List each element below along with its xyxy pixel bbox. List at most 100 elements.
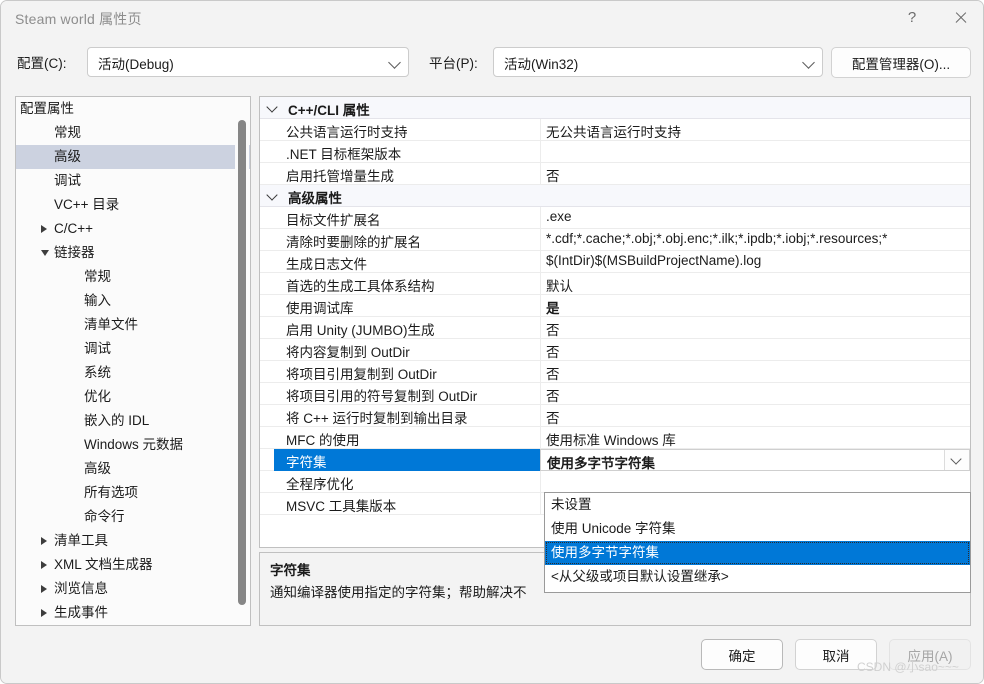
property-pages-dialog: Steam world 属性页 ? 配置(C): 活动(Debug) 平台(P)…: [0, 0, 984, 684]
grid-property-value: 无公共语言运行时支持: [546, 125, 681, 140]
cancel-button[interactable]: 取消: [795, 639, 877, 670]
grid-row-selected[interactable]: 字符集 使用多字节字符集: [260, 449, 970, 471]
column-divider: [540, 229, 541, 251]
character-set-combobox[interactable]: 使用多字节字符集: [540, 449, 970, 471]
window-title: Steam world 属性页: [15, 11, 142, 27]
grid-category-row[interactable]: C++/CLI 属性: [260, 97, 970, 119]
triangle-right-icon[interactable]: [38, 529, 52, 553]
tree-item-19[interactable]: XML 文档生成器: [16, 553, 250, 577]
triangle-right-icon[interactable]: [38, 577, 52, 601]
tree-item-17[interactable]: 命令行: [16, 505, 250, 529]
grid-row[interactable]: 将内容复制到 OutDir 否: [260, 339, 970, 361]
triangle-down-icon[interactable]: [16, 97, 18, 121]
column-divider: [540, 251, 541, 273]
grid-property-name: .NET 目标框架版本: [286, 147, 402, 162]
grid-category-row[interactable]: 高级属性: [260, 185, 970, 207]
column-divider: [540, 119, 541, 141]
apply-button: 应用(A): [889, 639, 971, 670]
grid-row[interactable]: 生成日志文件 $(IntDir)$(MSBuildProjectName).log: [260, 251, 970, 273]
grid-row[interactable]: MFC 的使用 使用标准 Windows 库: [260, 427, 970, 449]
tree-item-label: 常规: [54, 125, 81, 140]
column-divider: [540, 339, 541, 361]
tree-item-label: 清单工具: [54, 533, 108, 548]
tree-item-9[interactable]: 清单文件: [16, 313, 250, 337]
grid-row[interactable]: 目标文件扩展名 .exe: [260, 207, 970, 229]
tree-item-label: VC++ 目录: [54, 197, 120, 212]
grid-property-value: .exe: [546, 209, 572, 224]
character-set-value: 使用多字节字符集: [547, 456, 655, 471]
close-button[interactable]: [937, 1, 983, 33]
column-divider: [540, 361, 541, 383]
triangle-right-icon[interactable]: [38, 601, 52, 625]
question-mark-icon: ?: [907, 8, 917, 26]
tree-item-0[interactable]: 配置属性: [16, 97, 250, 121]
triangle-right-icon[interactable]: [38, 553, 52, 577]
tree-item-10[interactable]: 调试: [16, 337, 250, 361]
tree-item-label: 优化: [84, 389, 111, 404]
tree-item-15[interactable]: 高级: [16, 457, 250, 481]
character-set-dropdown-list[interactable]: 未设置 使用 Unicode 字符集 使用多字节字符集 <从父级或项目默认设置继承>: [544, 492, 971, 593]
tree-item-21[interactable]: 生成事件: [16, 601, 250, 625]
grid-row[interactable]: 首选的生成工具体系结构 默认: [260, 273, 970, 295]
column-divider: [540, 163, 541, 185]
grid-property-value: 否: [546, 389, 560, 404]
tree-item-5[interactable]: C/C++: [16, 217, 250, 241]
grid-row[interactable]: 将 C++ 运行时复制到输出目录 否: [260, 405, 970, 427]
grid-row[interactable]: 公共语言运行时支持 无公共语言运行时支持: [260, 119, 970, 141]
tree-item-4[interactable]: VC++ 目录: [16, 193, 250, 217]
grid-row[interactable]: .NET 目标框架版本: [260, 141, 970, 163]
column-divider: [540, 295, 541, 317]
tree-item-11[interactable]: 系统: [16, 361, 250, 385]
tree-item-label: XML 文档生成器: [54, 557, 153, 572]
triangle-down-icon[interactable]: [38, 241, 52, 265]
grid-property-value: 否: [546, 367, 560, 382]
tree-item-2[interactable]: 高级: [16, 145, 250, 169]
chevron-down-icon[interactable]: [268, 103, 277, 112]
tree-item-1[interactable]: 常规: [16, 121, 250, 145]
grid-row[interactable]: 全程序优化: [260, 471, 970, 493]
dropdown-option[interactable]: 使用 Unicode 字符集: [545, 517, 970, 541]
tree-item-6[interactable]: 链接器: [16, 241, 250, 265]
configuration-manager-button[interactable]: 配置管理器(O)...: [831, 47, 971, 78]
grid-row[interactable]: 使用调试库 是: [260, 295, 970, 317]
ok-button[interactable]: 确定: [701, 639, 783, 670]
grid-property-name: 将项目引用的符号复制到 OutDir: [286, 389, 478, 404]
tree-scrollbar[interactable]: [235, 98, 249, 625]
tree-item-12[interactable]: 优化: [16, 385, 250, 409]
tree-item-label: 调试: [84, 341, 111, 356]
grid-property-value: 否: [546, 323, 560, 338]
tree-item-label: 链接器: [54, 245, 95, 260]
column-divider: [540, 405, 541, 427]
tree-item-13[interactable]: 嵌入的 IDL: [16, 409, 250, 433]
tree-item-20[interactable]: 浏览信息: [16, 577, 250, 601]
dropdown-option[interactable]: 未设置: [545, 493, 970, 517]
chevron-down-icon[interactable]: [944, 450, 969, 470]
tree-item-14[interactable]: Windows 元数据: [16, 433, 250, 457]
dropdown-option[interactable]: <从父级或项目默认设置继承>: [545, 565, 970, 589]
tree-item-8[interactable]: 输入: [16, 289, 250, 313]
tree-item-3[interactable]: 调试: [16, 169, 250, 193]
tree-item-label: 清单文件: [84, 317, 138, 332]
configuration-select[interactable]: 活动(Debug): [87, 47, 409, 77]
tree-item-7[interactable]: 常规: [16, 265, 250, 289]
chevron-down-icon: [388, 56, 401, 69]
grid-row[interactable]: 将项目引用的符号复制到 OutDir 否: [260, 383, 970, 405]
help-button[interactable]: ?: [889, 1, 935, 33]
grid-row[interactable]: 启用 Unity (JUMBO)生成 否: [260, 317, 970, 339]
grid-property-name: 生成日志文件: [286, 257, 367, 272]
dropdown-option[interactable]: 使用多字节字符集: [545, 541, 970, 565]
column-divider: [540, 207, 541, 229]
tree-scrollbar-thumb[interactable]: [238, 120, 246, 605]
grid-row[interactable]: 启用托管增量生成 否: [260, 163, 970, 185]
triangle-right-icon[interactable]: [38, 217, 52, 241]
tree-item-18[interactable]: 清单工具: [16, 529, 250, 553]
tree-item-label: 命令行: [84, 509, 125, 524]
grid-category-title: 高级属性: [288, 191, 342, 206]
grid-property-value: $(IntDir)$(MSBuildProjectName).log: [546, 253, 762, 268]
platform-select[interactable]: 活动(Win32): [493, 47, 823, 77]
tree-item-16[interactable]: 所有选项: [16, 481, 250, 505]
chevron-down-icon[interactable]: [268, 191, 277, 200]
grid-row[interactable]: 将项目引用复制到 OutDir 否: [260, 361, 970, 383]
grid-row[interactable]: 清除时要删除的扩展名 *.cdf;*.cache;*.obj;*.obj.enc;…: [260, 229, 970, 251]
dialog-footer: 确定 取消 应用(A): [1, 626, 983, 683]
